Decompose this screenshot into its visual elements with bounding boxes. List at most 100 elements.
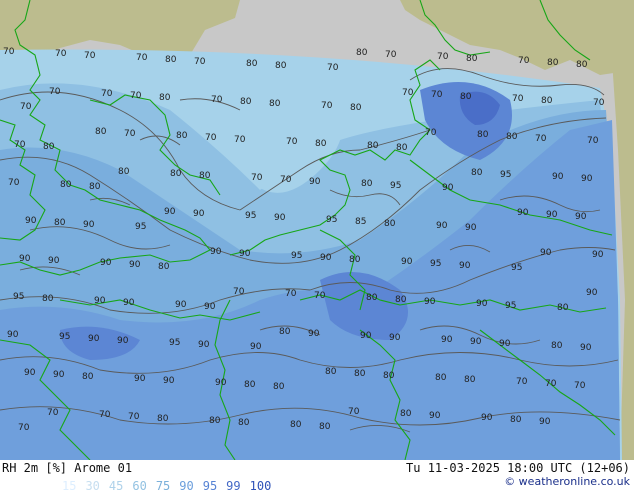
contour-label: 80 bbox=[325, 367, 337, 377]
contour-label: 70 bbox=[545, 379, 557, 389]
contour-label: 80 bbox=[176, 131, 188, 141]
contour-label: 95 bbox=[430, 259, 441, 269]
contour-label: 80 bbox=[506, 132, 518, 142]
contour-label: 80 bbox=[209, 416, 221, 426]
contour-label: 95 bbox=[390, 181, 401, 191]
contour-label: 80 bbox=[273, 382, 285, 392]
contour-label: 90 bbox=[442, 183, 454, 193]
contour-label: 80 bbox=[170, 169, 182, 179]
contour-label: 90 bbox=[476, 299, 488, 309]
contour-label: 70 bbox=[101, 89, 113, 99]
contour-label: 95 bbox=[135, 222, 146, 232]
credit-link[interactable]: © weatheronline.co.uk bbox=[504, 475, 630, 489]
contour-label: 70 bbox=[84, 51, 96, 61]
contour-label: 80 bbox=[384, 219, 396, 229]
contour-label: 80 bbox=[158, 262, 170, 272]
contour-label: 70 bbox=[314, 291, 326, 301]
contour-label: 85 bbox=[355, 217, 366, 227]
contour-label: 70 bbox=[128, 412, 140, 422]
contour-label: 80 bbox=[547, 58, 559, 68]
contour-label: 90 bbox=[586, 288, 598, 298]
contour-label: 80 bbox=[275, 61, 287, 71]
legend-item-60: 60 bbox=[132, 479, 147, 493]
contour-label: 90 bbox=[309, 177, 321, 187]
contour-label: 80 bbox=[541, 96, 553, 106]
contour-label: 90 bbox=[499, 339, 511, 349]
legend-item-99: 99 bbox=[226, 479, 241, 493]
contour-label: 80 bbox=[366, 293, 378, 303]
contour-label: 80 bbox=[361, 179, 373, 189]
contour-label: 95 bbox=[505, 301, 516, 311]
contour-label: 80 bbox=[383, 371, 395, 381]
contour-label: 80 bbox=[471, 168, 483, 178]
footer: RH 2m [%] Arome 01 Tu 11-03-2025 18:00 U… bbox=[0, 460, 634, 493]
contour-label: 70 bbox=[425, 128, 437, 138]
contour-label: 70 bbox=[516, 377, 528, 387]
contour-label: 70 bbox=[348, 407, 360, 417]
contour-label: 90 bbox=[94, 296, 106, 306]
contour-label: 90 bbox=[117, 336, 129, 346]
contour-label: 90 bbox=[25, 216, 37, 226]
contour-label: 70 bbox=[136, 53, 148, 63]
contour-label: 90 bbox=[540, 248, 552, 258]
contour-label: 90 bbox=[539, 417, 551, 427]
contour-label: 80 bbox=[551, 341, 563, 351]
contour-label: 70 bbox=[130, 91, 142, 101]
contour-label: 95 bbox=[326, 215, 337, 225]
contour-label: 90 bbox=[401, 257, 413, 267]
contour-label: 90 bbox=[193, 209, 205, 219]
contour-label: 95 bbox=[245, 211, 256, 221]
contour-label: 80 bbox=[157, 414, 169, 424]
legend-item-100: 100 bbox=[249, 479, 272, 493]
contour-label: 70 bbox=[518, 56, 530, 66]
contour-label: 80 bbox=[477, 130, 489, 140]
legend-item-30: 30 bbox=[85, 479, 100, 493]
contour-label: 80 bbox=[315, 139, 327, 149]
contour-label: 80 bbox=[290, 420, 302, 430]
contour-label: 70 bbox=[535, 134, 547, 144]
contour-label: 90 bbox=[215, 378, 227, 388]
contour-label: 90 bbox=[24, 368, 36, 378]
contour-label: 70 bbox=[18, 423, 30, 433]
contour-label: 80 bbox=[400, 409, 412, 419]
contour-label: 95 bbox=[500, 170, 511, 180]
contour-label: 80 bbox=[356, 48, 368, 58]
contour-label: 90 bbox=[320, 253, 332, 263]
contour-label: 90 bbox=[164, 207, 176, 217]
map-title: RH 2m [%] Arome 01 bbox=[2, 461, 133, 475]
contour-label: 80 bbox=[199, 171, 211, 181]
contour-label: 70 bbox=[194, 57, 206, 67]
contour-label: 70 bbox=[47, 408, 59, 418]
contour-label: 70 bbox=[321, 101, 333, 111]
contour-label: 90 bbox=[546, 210, 558, 220]
contour-label: 70 bbox=[3, 47, 15, 57]
credit-text: © weatheronline.co.uk bbox=[504, 475, 630, 488]
contour-label: 80 bbox=[244, 380, 256, 390]
contour-label: 80 bbox=[42, 294, 54, 304]
contour-label: 90 bbox=[129, 260, 141, 270]
contour-label: 70 bbox=[8, 178, 20, 188]
contour-label: 70 bbox=[49, 87, 61, 97]
contour-label: 90 bbox=[470, 337, 482, 347]
contour-label: 80 bbox=[466, 54, 478, 64]
contour-label: 70 bbox=[99, 410, 111, 420]
contour-label: 80 bbox=[238, 418, 250, 428]
contour-label: 90 bbox=[592, 250, 604, 260]
contour-label: 95 bbox=[291, 251, 302, 261]
contour-label: 90 bbox=[100, 258, 112, 268]
contour-label: 80 bbox=[576, 60, 588, 70]
contour-label: 90 bbox=[48, 256, 60, 266]
valid-time: Tu 11-03-2025 18:00 UTC (12+06) bbox=[406, 461, 630, 475]
contour-label: 80 bbox=[350, 103, 362, 113]
contour-label: 80 bbox=[435, 373, 447, 383]
map-area: 70 70 70 70 80 70 80 80 70 80 70 70 80 70 80 80 70 70 70 70… bbox=[0, 0, 634, 460]
contour-label: 90 bbox=[580, 343, 592, 353]
contour-label: 70 bbox=[574, 381, 586, 391]
contour-label: 70 bbox=[286, 137, 298, 147]
contour-label: 90 bbox=[7, 330, 19, 340]
contour-label: 80 bbox=[510, 415, 522, 425]
contour-label: 90 bbox=[210, 247, 222, 257]
contour-label: 90 bbox=[429, 411, 441, 421]
contour-label: 70 bbox=[437, 52, 449, 62]
legend-item-90: 90 bbox=[179, 479, 194, 493]
